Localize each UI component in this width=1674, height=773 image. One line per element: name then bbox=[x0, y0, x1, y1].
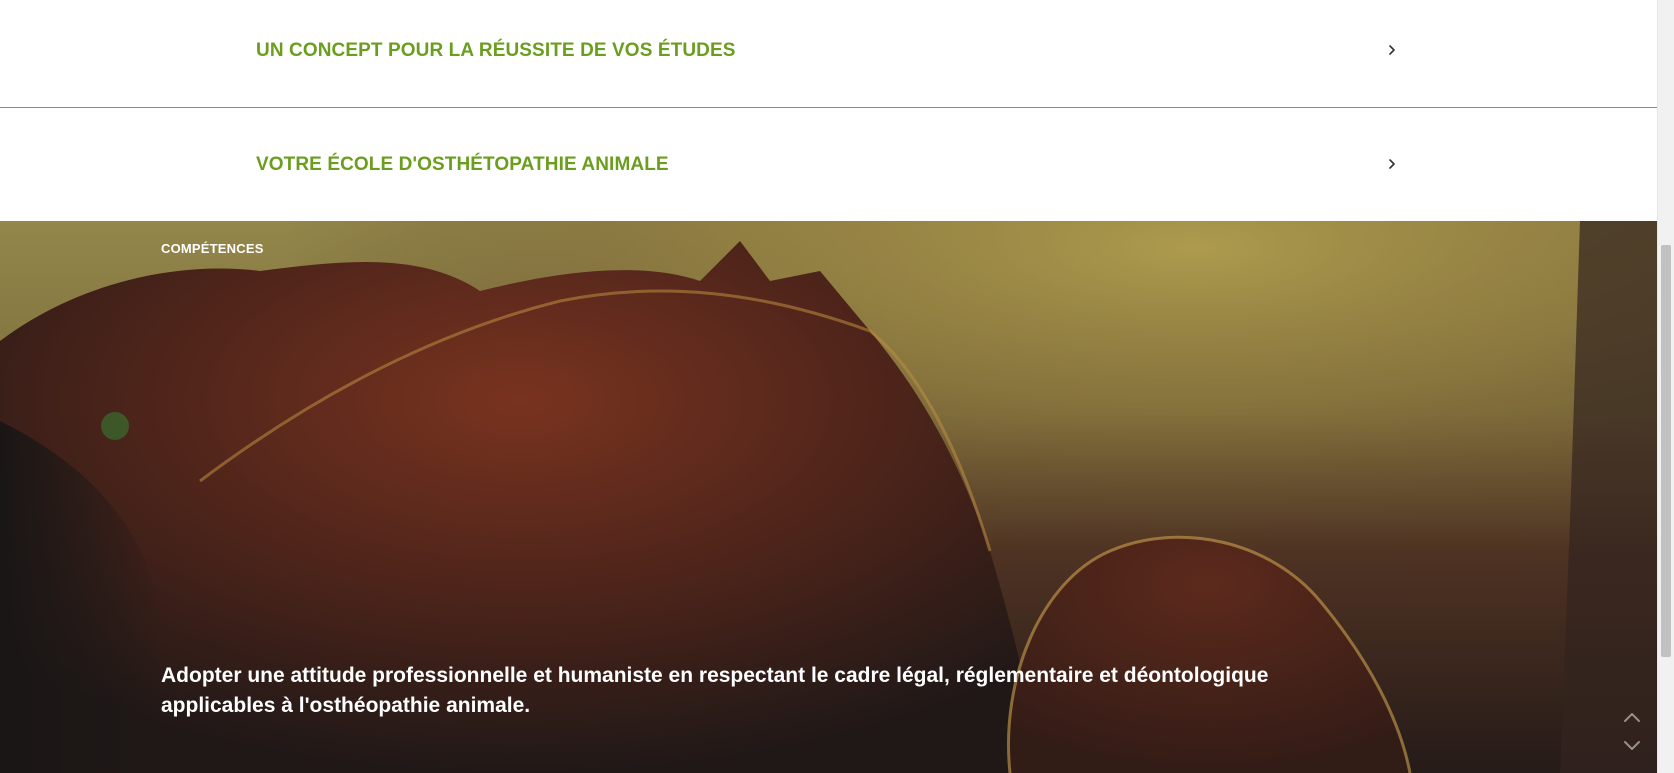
accordion-item-label: VOTRE ÉCOLE D'OSTHÉTOPATHIE ANIMALE bbox=[256, 154, 669, 175]
chevron-right-icon bbox=[1385, 43, 1399, 57]
hero-section: COMPÉTENCES Adopter une attitude profess… bbox=[0, 221, 1657, 773]
chevron-up-icon[interactable] bbox=[1620, 708, 1644, 728]
vertical-scrollbar[interactable] bbox=[1657, 0, 1674, 773]
carousel-nav bbox=[1620, 708, 1644, 763]
hero-statement: Adopter une attitude professionnelle et … bbox=[161, 664, 1269, 717]
accordion-item-concept[interactable]: UN CONCEPT POUR LA RÉUSSITE DE VOS ÉTUDE… bbox=[0, 0, 1657, 108]
main-content: UN CONCEPT POUR LA RÉUSSITE DE VOS ÉTUDE… bbox=[0, 0, 1657, 773]
hero-eyebrow: COMPÉTENCES bbox=[161, 241, 264, 256]
page: UN CONCEPT POUR LA RÉUSSITE DE VOS ÉTUDE… bbox=[0, 0, 1674, 773]
chevron-down-icon[interactable] bbox=[1620, 735, 1644, 755]
chevron-right-icon bbox=[1385, 157, 1399, 171]
scrollbar-thumb[interactable] bbox=[1661, 245, 1671, 657]
accordion-item-label: UN CONCEPT POUR LA RÉUSSITE DE VOS ÉTUDE… bbox=[256, 40, 736, 61]
accordion-item-ecole[interactable]: VOTRE ÉCOLE D'OSTHÉTOPATHIE ANIMALE bbox=[0, 109, 1657, 221]
